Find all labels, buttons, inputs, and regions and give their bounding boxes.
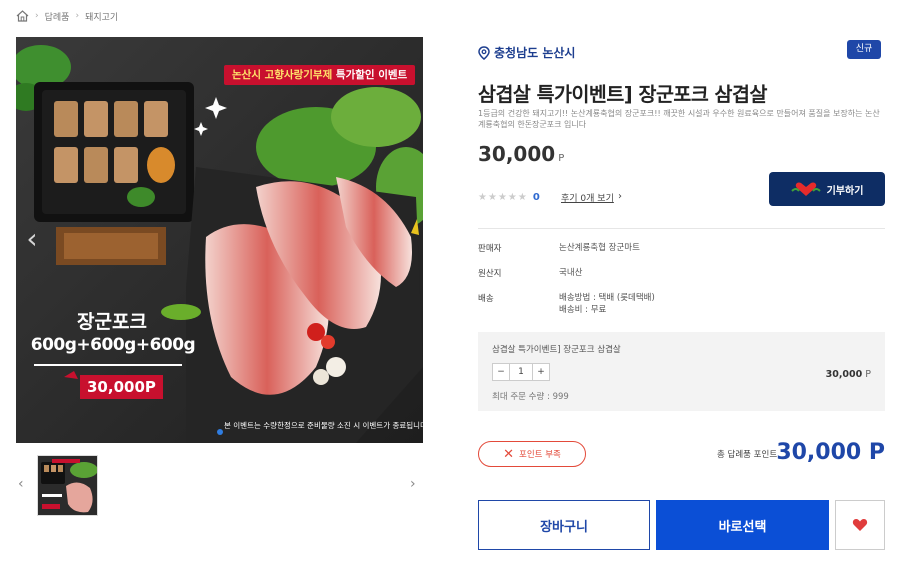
thumbnail-prev-button[interactable]: ‹ (18, 476, 24, 492)
option-price-value: 30,000 (825, 369, 863, 380)
heart-hands-icon (790, 182, 821, 196)
home-icon[interactable] (16, 10, 29, 22)
option-price-unit: P (865, 369, 871, 380)
option-name: 삼겹살 특가이벤트] 장군포크 삼겹살 (492, 345, 621, 355)
product-title: 삼겹살 특가이벤트] 장군포크 삼겹살 (478, 83, 767, 106)
quantity-increase-button[interactable]: + (533, 364, 549, 380)
wishlist-button[interactable] (835, 500, 885, 550)
breadcrumb: › 답례품 › 돼지고기 (16, 9, 118, 23)
selected-option-box: 삼겹살 특가이벤트] 장군포크 삼겹살 − 1 + 30,000 P 최대 주문 … (478, 332, 885, 411)
image-brand-title: 장군포크 (77, 311, 147, 333)
shipping-method: 배송방법 : 택배 (롯데택배) (559, 293, 655, 303)
product-price: 30,000 P (478, 142, 564, 166)
total-price: 30,000 P (776, 440, 885, 465)
image-price-tag: 30,000P (80, 375, 163, 399)
breadcrumb-item-gift[interactable]: 답례품 (45, 10, 70, 23)
divider (478, 228, 885, 229)
product-description: 1등급의 건강한 돼지고기!! 논산계룡축협의 장군포크!! 깨끗한 시설과 우… (478, 109, 880, 129)
product-price-value: 30,000 (478, 142, 556, 166)
seller-value: 논산계룡축협 장군마트 (559, 243, 640, 253)
chevron-right-icon: › (75, 11, 80, 21)
quantity-decrease-button[interactable]: − (493, 364, 509, 380)
thumbnail-next-button[interactable]: › (410, 476, 416, 492)
origin-value: 국내산 (559, 268, 583, 278)
star-icon: ★ (517, 192, 527, 203)
points-insufficient-label: 포인트 부족 (519, 450, 561, 460)
origin-label: 원산지 (478, 269, 502, 279)
image-weights: 600g+600g+600g (30, 335, 196, 355)
rating-count: 0 (532, 192, 540, 203)
product-price-unit: P (558, 153, 565, 164)
shipping-value: 배송방법 : 택배 (롯데택배) 배송비 : 무료 (559, 292, 655, 316)
star-icon: ★ (487, 192, 497, 203)
event-banner-highlight: 논산시 고향사랑기부제 (232, 69, 333, 81)
seller-row: 판매자 논산계룡축협 장군마트 (478, 242, 655, 254)
points-insufficient-button[interactable]: ✕ 포인트 부족 (478, 441, 586, 467)
shipping-fee: 배송비 : 무료 (559, 305, 607, 315)
donate-button[interactable]: 기부하기 (769, 172, 885, 206)
image-divider (34, 364, 182, 366)
new-badge: 신규 (847, 40, 881, 59)
rating-stars: ★ ★ ★ ★ ★ 0 (478, 192, 540, 203)
thumbnail-item[interactable] (37, 455, 98, 516)
shipping-row: 배송 배송방법 : 택배 (롯데택배) 배송비 : 무료 (478, 292, 655, 316)
quantity-input[interactable]: 1 (509, 364, 533, 380)
breadcrumb-item-pork[interactable]: 돼지고기 (85, 10, 118, 23)
shipping-label: 배송 (478, 294, 494, 304)
origin-row: 원산지 국내산 (478, 267, 655, 279)
quantity-stepper: − 1 + (492, 363, 550, 381)
close-icon: ✕ (503, 446, 515, 462)
chevron-right-icon: › (35, 11, 39, 21)
chevron-right-icon[interactable]: › (618, 191, 622, 202)
option-price: 30,000 P (826, 369, 871, 380)
region-label[interactable]: 충청남도 논산시 (478, 44, 575, 61)
product-main-image: 논산시 고향사랑기부제 특가할인 이벤트 장군포크 600g+600g+600g… (16, 37, 423, 443)
carousel-indicator[interactable] (217, 429, 223, 435)
review-link[interactable]: 후기 0개 보기 (561, 191, 614, 204)
cart-button[interactable]: 장바구니 (478, 500, 650, 550)
total-label: 총 답례품 포인트 (717, 450, 778, 460)
product-info-table: 판매자 논산계룡축협 장군마트 원산지 국내산 배송 배송방법 : 택배 (롯데… (478, 242, 655, 329)
carousel-prev-button[interactable]: ‹ (22, 222, 42, 256)
thumbnail-image (38, 456, 97, 515)
buy-now-button[interactable]: 바로선택 (656, 500, 829, 550)
location-pin-icon (478, 45, 490, 60)
heart-icon (852, 518, 868, 531)
event-banner-text: 특가할인 이벤트 (335, 69, 408, 81)
star-icon: ★ (478, 192, 487, 203)
region-text: 충청남도 논산시 (494, 46, 576, 60)
star-icon: ★ (507, 192, 517, 203)
donate-button-label: 기부하기 (826, 185, 864, 197)
star-icon: ★ (497, 192, 507, 203)
max-quantity-note: 최대 주문 수량 : 999 (492, 392, 569, 402)
event-banner: 논산시 고향사랑기부제 특가할인 이벤트 (224, 65, 416, 85)
seller-label: 판매자 (478, 244, 502, 254)
product-photo (16, 37, 423, 443)
image-event-note: 본 이벤트는 수량한정으로 준비물량 소진 시 이벤트가 종료됩니다. (224, 421, 423, 430)
